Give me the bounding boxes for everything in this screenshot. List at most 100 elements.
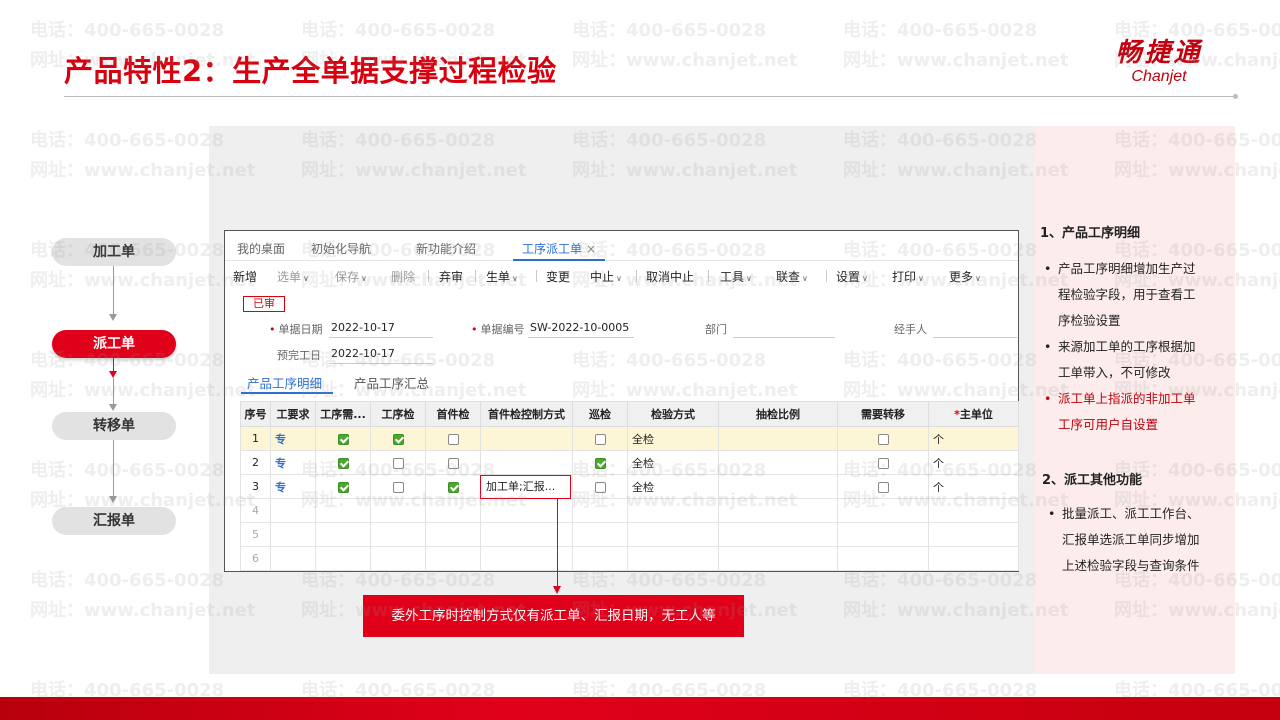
toolbar-select-button[interactable]: 选单 ∨ — [277, 268, 309, 285]
first-check-control-cell[interactable] — [480, 450, 573, 475]
column-header[interactable]: 首件检 — [425, 401, 481, 427]
checkbox[interactable] — [877, 481, 889, 493]
empty-cell[interactable] — [627, 546, 719, 571]
toolbar-change-button[interactable]: 变更 — [546, 268, 570, 285]
toolbar-settings-button[interactable]: 设置 ∨ — [836, 268, 868, 285]
sampling-ratio-cell[interactable] — [718, 474, 838, 499]
column-header[interactable]: 工序检 — [370, 401, 426, 427]
empty-cell[interactable] — [315, 522, 371, 547]
empty-cell[interactable] — [928, 522, 1019, 547]
transfer-required-cell[interactable] — [837, 474, 929, 499]
process-need-cell[interactable] — [315, 474, 371, 499]
empty-cell[interactable] — [837, 498, 929, 523]
toolbar-stop-button[interactable]: 中止 ∨ — [590, 268, 622, 285]
column-header[interactable]: 序号 — [240, 401, 271, 427]
toolbar-query-button[interactable]: 联查 ∨ — [776, 268, 808, 285]
process-check-cell[interactable] — [370, 426, 426, 451]
process-need-cell[interactable] — [315, 450, 371, 475]
empty-cell[interactable] — [572, 498, 628, 523]
empty-cell[interactable] — [370, 522, 426, 547]
close-icon[interactable]: × — [586, 242, 596, 256]
empty-cell[interactable] — [370, 546, 426, 571]
requirement-cell[interactable]: 专 — [270, 426, 316, 451]
checkbox[interactable] — [447, 481, 459, 493]
toolbar-unapprove-button[interactable]: 弃审 — [439, 268, 463, 285]
table-row-empty[interactable]: 6 — [240, 546, 1019, 571]
tab-process-summary[interactable]: 产品工序汇总 — [354, 373, 429, 392]
tab-init-guide[interactable]: 初始化导航 — [311, 240, 371, 257]
transfer-required-cell[interactable] — [837, 426, 929, 451]
toolbar-print-button[interactable]: 打印 ∨ — [892, 268, 924, 285]
empty-cell[interactable] — [480, 546, 573, 571]
empty-cell[interactable] — [315, 546, 371, 571]
empty-cell[interactable] — [480, 522, 573, 547]
doc-date-field[interactable]: 2022-10-17 — [331, 321, 395, 334]
requirement-cell[interactable]: 专 — [270, 450, 316, 475]
checkbox[interactable] — [447, 433, 459, 445]
empty-cell[interactable] — [572, 522, 628, 547]
column-header[interactable]: 工要求 — [270, 401, 316, 427]
empty-cell[interactable] — [928, 498, 1019, 523]
first-check-cell[interactable] — [425, 450, 481, 475]
tab-process-detail[interactable]: 产品工序明细 — [247, 373, 322, 392]
checkbox[interactable] — [392, 433, 404, 445]
checkbox[interactable] — [392, 457, 404, 469]
checkbox[interactable] — [877, 433, 889, 445]
checkbox[interactable] — [447, 457, 459, 469]
column-header[interactable]: 巡检 — [572, 401, 628, 427]
checkbox[interactable] — [337, 433, 349, 445]
inspection-method-cell[interactable]: 全检 — [627, 426, 719, 451]
main-unit-cell[interactable]: 个 — [928, 426, 1019, 451]
process-check-cell[interactable] — [370, 474, 426, 499]
patrol-check-cell[interactable] — [572, 450, 628, 475]
empty-cell[interactable] — [480, 498, 573, 523]
table-row-empty[interactable]: 4 — [240, 498, 1019, 523]
empty-cell[interactable] — [370, 498, 426, 523]
checkbox[interactable] — [594, 481, 606, 493]
empty-cell[interactable] — [928, 546, 1019, 571]
first-check-control-cell-highlight[interactable]: 加工单;汇报... — [480, 475, 571, 499]
empty-cell[interactable] — [627, 498, 719, 523]
process-need-cell[interactable] — [315, 426, 371, 451]
transfer-required-cell[interactable] — [837, 450, 929, 475]
empty-cell[interactable] — [837, 522, 929, 547]
toolbar-delete-button[interactable]: 删除 — [391, 268, 415, 285]
sampling-ratio-cell[interactable] — [718, 426, 838, 451]
checkbox[interactable] — [337, 457, 349, 469]
checkbox[interactable] — [877, 457, 889, 469]
patrol-check-cell[interactable] — [572, 426, 628, 451]
inspection-method-cell[interactable]: 全检 — [627, 474, 719, 499]
checkbox[interactable] — [594, 457, 606, 469]
inspection-method-cell[interactable]: 全检 — [627, 450, 719, 475]
empty-cell[interactable] — [425, 546, 481, 571]
empty-cell[interactable] — [425, 498, 481, 523]
checkbox[interactable] — [337, 481, 349, 493]
column-header[interactable]: *主单位 — [928, 401, 1019, 427]
toolbar-generate-button[interactable]: 生单 ∨ — [486, 268, 518, 285]
empty-cell[interactable] — [572, 546, 628, 571]
empty-cell[interactable] — [425, 522, 481, 547]
tab-new-features[interactable]: 新功能介绍 — [416, 240, 476, 257]
doc-no-field[interactable]: SW-2022-10-0005 — [530, 321, 629, 334]
main-unit-cell[interactable]: 个 — [928, 450, 1019, 475]
first-check-cell[interactable] — [425, 474, 481, 499]
table-row-empty[interactable]: 5 — [240, 522, 1019, 547]
table-row[interactable]: 1 专 全检 个 — [240, 426, 1019, 451]
patrol-check-cell[interactable] — [572, 474, 628, 499]
toolbar-new-button[interactable]: 新增 — [233, 268, 257, 285]
toolbar-cancel-stop-button[interactable]: 取消中止 — [646, 268, 694, 285]
column-header[interactable]: 检验方式 — [627, 401, 719, 427]
column-header[interactable]: 首件检控制方式 — [480, 401, 573, 427]
table-row[interactable]: 3 专 全检 个 — [240, 474, 1019, 499]
empty-cell[interactable] — [627, 522, 719, 547]
main-unit-cell[interactable]: 个 — [928, 474, 1019, 499]
sampling-ratio-cell[interactable] — [718, 450, 838, 475]
tab-my-desktop[interactable]: 我的桌面 — [237, 240, 285, 257]
empty-cell[interactable] — [718, 546, 838, 571]
column-header[interactable]: 抽检比例 — [718, 401, 838, 427]
column-header[interactable]: 工序需... — [315, 401, 371, 427]
column-header[interactable]: 需要转移 — [837, 401, 929, 427]
first-check-cell[interactable] — [425, 426, 481, 451]
first-check-control-cell[interactable] — [480, 426, 573, 451]
empty-cell[interactable] — [718, 522, 838, 547]
